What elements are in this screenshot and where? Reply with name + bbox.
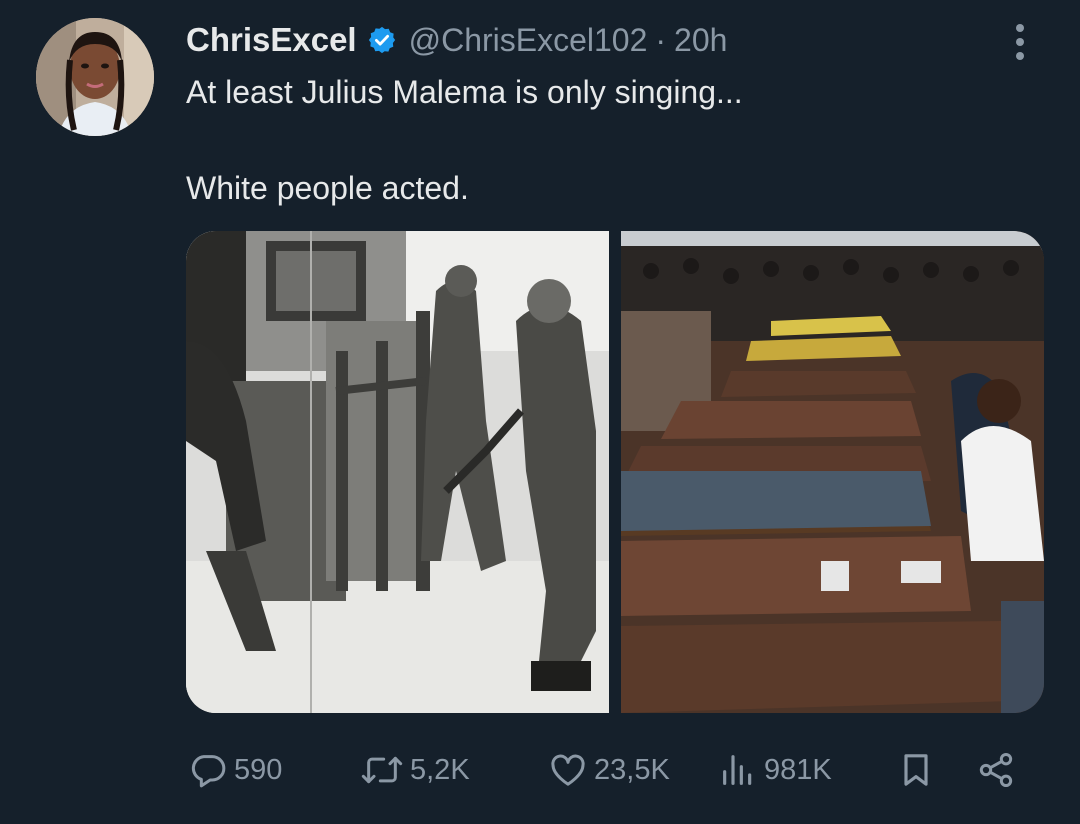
heart-icon — [551, 754, 585, 786]
repost-arrows-icon — [361, 756, 403, 784]
more-dots-icon[interactable] — [1004, 20, 1036, 64]
bookmark-icon — [904, 754, 928, 786]
reply-count: 590 — [234, 753, 283, 786]
user-handle[interactable]: @ChrisExcel102 — [409, 22, 648, 59]
tweet-header: ChrisExcel @ChrisExcel102 · 20h — [186, 18, 727, 62]
post-time[interactable]: 20h — [674, 22, 727, 59]
views-bars-icon — [723, 755, 752, 785]
avatar[interactable] — [36, 18, 154, 136]
share-button[interactable] — [976, 744, 1016, 796]
avatar-image — [36, 18, 154, 136]
share-icon — [979, 753, 1013, 787]
bookmark-button[interactable] — [896, 744, 936, 796]
views-button[interactable]: 981K — [718, 744, 832, 796]
reply-bubble-icon — [191, 755, 226, 788]
tweet-text-line-2: White people acted. — [186, 170, 469, 206]
tweet-media[interactable] — [186, 231, 1044, 713]
tweet-text-line-1: At least Julius Malema is only singing..… — [186, 74, 743, 110]
action-bar: 590 5,2K 23,5K 981K — [186, 744, 1036, 796]
verified-badge-icon — [367, 25, 397, 55]
tweet[interactable]: ChrisExcel @ChrisExcel102 · 20h At least… — [0, 0, 1080, 824]
like-count: 23,5K — [594, 753, 670, 786]
views-count: 981K — [764, 753, 832, 786]
media-photo-soldiers[interactable] — [186, 231, 609, 713]
repost-count: 5,2K — [410, 753, 470, 786]
header-separator: · — [655, 21, 667, 58]
display-name[interactable]: ChrisExcel — [186, 21, 357, 59]
like-button[interactable]: 23,5K — [548, 744, 670, 796]
reply-button[interactable]: 590 — [188, 744, 282, 796]
repost-button[interactable]: 5,2K — [360, 744, 470, 796]
media-photo-coffins[interactable] — [621, 231, 1044, 713]
